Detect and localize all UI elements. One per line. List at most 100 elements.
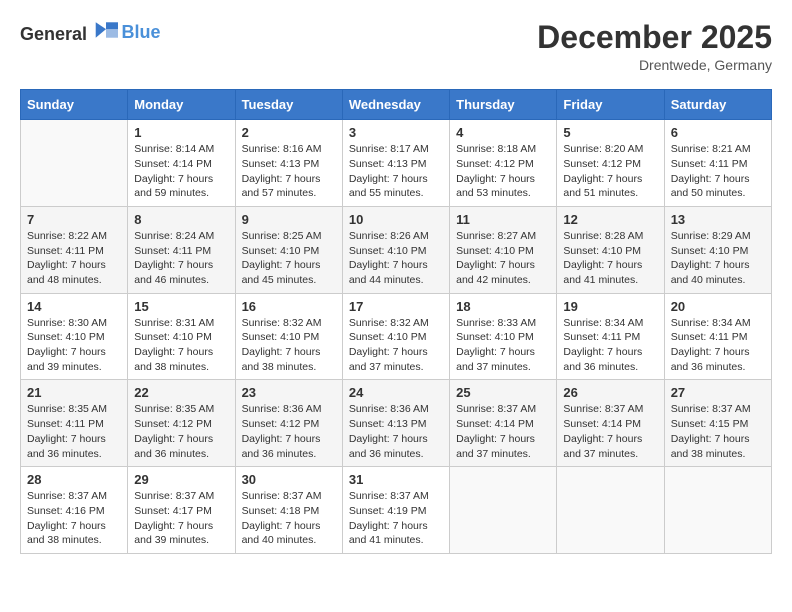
logo: General Blue [20, 20, 161, 45]
calendar-week-row: 28 Sunrise: 8:37 AMSunset: 4:16 PMDaylig… [21, 467, 772, 554]
calendar-cell: 11 Sunrise: 8:27 AMSunset: 4:10 PMDaylig… [450, 206, 557, 293]
day-number: 13 [671, 212, 765, 227]
day-info: Sunrise: 8:30 AMSunset: 4:10 PMDaylight:… [27, 316, 121, 375]
day-number: 23 [242, 385, 336, 400]
calendar-header-row: SundayMondayTuesdayWednesdayThursdayFrid… [21, 90, 772, 120]
day-info: Sunrise: 8:37 AMSunset: 4:14 PMDaylight:… [563, 402, 657, 461]
day-number: 1 [134, 125, 228, 140]
calendar-week-row: 14 Sunrise: 8:30 AMSunset: 4:10 PMDaylig… [21, 293, 772, 380]
calendar-cell: 3 Sunrise: 8:17 AMSunset: 4:13 PMDayligh… [342, 120, 449, 207]
calendar-cell: 29 Sunrise: 8:37 AMSunset: 4:17 PMDaylig… [128, 467, 235, 554]
location: Drentwede, Germany [537, 57, 772, 73]
day-info: Sunrise: 8:16 AMSunset: 4:13 PMDaylight:… [242, 142, 336, 201]
logo-flag-icon [94, 20, 118, 40]
calendar-cell: 14 Sunrise: 8:30 AMSunset: 4:10 PMDaylig… [21, 293, 128, 380]
day-number: 2 [242, 125, 336, 140]
day-info: Sunrise: 8:29 AMSunset: 4:10 PMDaylight:… [671, 229, 765, 288]
day-info: Sunrise: 8:27 AMSunset: 4:10 PMDaylight:… [456, 229, 550, 288]
day-info: Sunrise: 8:37 AMSunset: 4:15 PMDaylight:… [671, 402, 765, 461]
day-info: Sunrise: 8:31 AMSunset: 4:10 PMDaylight:… [134, 316, 228, 375]
logo-text: General [20, 20, 118, 45]
calendar-cell: 12 Sunrise: 8:28 AMSunset: 4:10 PMDaylig… [557, 206, 664, 293]
day-info: Sunrise: 8:34 AMSunset: 4:11 PMDaylight:… [563, 316, 657, 375]
day-info: Sunrise: 8:17 AMSunset: 4:13 PMDaylight:… [349, 142, 443, 201]
day-info: Sunrise: 8:35 AMSunset: 4:12 PMDaylight:… [134, 402, 228, 461]
day-number: 17 [349, 299, 443, 314]
calendar-cell: 9 Sunrise: 8:25 AMSunset: 4:10 PMDayligh… [235, 206, 342, 293]
day-number: 16 [242, 299, 336, 314]
calendar-cell: 7 Sunrise: 8:22 AMSunset: 4:11 PMDayligh… [21, 206, 128, 293]
calendar-cell: 28 Sunrise: 8:37 AMSunset: 4:16 PMDaylig… [21, 467, 128, 554]
day-info: Sunrise: 8:36 AMSunset: 4:12 PMDaylight:… [242, 402, 336, 461]
day-number: 31 [349, 472, 443, 487]
day-info: Sunrise: 8:14 AMSunset: 4:14 PMDaylight:… [134, 142, 228, 201]
day-info: Sunrise: 8:36 AMSunset: 4:13 PMDaylight:… [349, 402, 443, 461]
weekday-header-friday: Friday [557, 90, 664, 120]
calendar-cell: 24 Sunrise: 8:36 AMSunset: 4:13 PMDaylig… [342, 380, 449, 467]
calendar-cell: 27 Sunrise: 8:37 AMSunset: 4:15 PMDaylig… [664, 380, 771, 467]
day-info: Sunrise: 8:24 AMSunset: 4:11 PMDaylight:… [134, 229, 228, 288]
calendar-cell [450, 467, 557, 554]
day-number: 26 [563, 385, 657, 400]
calendar-cell: 2 Sunrise: 8:16 AMSunset: 4:13 PMDayligh… [235, 120, 342, 207]
calendar-cell: 8 Sunrise: 8:24 AMSunset: 4:11 PMDayligh… [128, 206, 235, 293]
calendar-cell [557, 467, 664, 554]
day-number: 15 [134, 299, 228, 314]
day-number: 28 [27, 472, 121, 487]
day-number: 30 [242, 472, 336, 487]
calendar-week-row: 1 Sunrise: 8:14 AMSunset: 4:14 PMDayligh… [21, 120, 772, 207]
calendar-cell: 6 Sunrise: 8:21 AMSunset: 4:11 PMDayligh… [664, 120, 771, 207]
day-number: 29 [134, 472, 228, 487]
calendar-cell: 30 Sunrise: 8:37 AMSunset: 4:18 PMDaylig… [235, 467, 342, 554]
calendar-cell: 5 Sunrise: 8:20 AMSunset: 4:12 PMDayligh… [557, 120, 664, 207]
calendar-cell: 18 Sunrise: 8:33 AMSunset: 4:10 PMDaylig… [450, 293, 557, 380]
calendar-cell: 16 Sunrise: 8:32 AMSunset: 4:10 PMDaylig… [235, 293, 342, 380]
day-info: Sunrise: 8:34 AMSunset: 4:11 PMDaylight:… [671, 316, 765, 375]
title-block: December 2025 Drentwede, Germany [537, 20, 772, 73]
day-info: Sunrise: 8:33 AMSunset: 4:10 PMDaylight:… [456, 316, 550, 375]
calendar-cell: 17 Sunrise: 8:32 AMSunset: 4:10 PMDaylig… [342, 293, 449, 380]
weekday-header-wednesday: Wednesday [342, 90, 449, 120]
calendar-cell: 25 Sunrise: 8:37 AMSunset: 4:14 PMDaylig… [450, 380, 557, 467]
page-header: General Blue December 2025 Drentwede, Ge… [20, 20, 772, 73]
day-info: Sunrise: 8:37 AMSunset: 4:16 PMDaylight:… [27, 489, 121, 548]
day-info: Sunrise: 8:21 AMSunset: 4:11 PMDaylight:… [671, 142, 765, 201]
calendar-cell: 31 Sunrise: 8:37 AMSunset: 4:19 PMDaylig… [342, 467, 449, 554]
calendar-cell [21, 120, 128, 207]
day-number: 5 [563, 125, 657, 140]
day-info: Sunrise: 8:37 AMSunset: 4:17 PMDaylight:… [134, 489, 228, 548]
day-number: 10 [349, 212, 443, 227]
calendar-cell: 19 Sunrise: 8:34 AMSunset: 4:11 PMDaylig… [557, 293, 664, 380]
day-info: Sunrise: 8:32 AMSunset: 4:10 PMDaylight:… [242, 316, 336, 375]
day-info: Sunrise: 8:32 AMSunset: 4:10 PMDaylight:… [349, 316, 443, 375]
month-title: December 2025 [537, 20, 772, 55]
calendar-cell: 4 Sunrise: 8:18 AMSunset: 4:12 PMDayligh… [450, 120, 557, 207]
calendar-cell: 13 Sunrise: 8:29 AMSunset: 4:10 PMDaylig… [664, 206, 771, 293]
logo-blue: Blue [122, 22, 161, 42]
day-number: 9 [242, 212, 336, 227]
day-info: Sunrise: 8:18 AMSunset: 4:12 PMDaylight:… [456, 142, 550, 201]
day-number: 21 [27, 385, 121, 400]
calendar-cell: 10 Sunrise: 8:26 AMSunset: 4:10 PMDaylig… [342, 206, 449, 293]
calendar-cell: 20 Sunrise: 8:34 AMSunset: 4:11 PMDaylig… [664, 293, 771, 380]
day-number: 6 [671, 125, 765, 140]
weekday-header-saturday: Saturday [664, 90, 771, 120]
day-number: 25 [456, 385, 550, 400]
weekday-header-monday: Monday [128, 90, 235, 120]
calendar-week-row: 7 Sunrise: 8:22 AMSunset: 4:11 PMDayligh… [21, 206, 772, 293]
calendar-cell: 1 Sunrise: 8:14 AMSunset: 4:14 PMDayligh… [128, 120, 235, 207]
calendar-cell: 23 Sunrise: 8:36 AMSunset: 4:12 PMDaylig… [235, 380, 342, 467]
day-number: 19 [563, 299, 657, 314]
weekday-header-sunday: Sunday [21, 90, 128, 120]
day-number: 11 [456, 212, 550, 227]
day-info: Sunrise: 8:26 AMSunset: 4:10 PMDaylight:… [349, 229, 443, 288]
day-info: Sunrise: 8:25 AMSunset: 4:10 PMDaylight:… [242, 229, 336, 288]
day-number: 24 [349, 385, 443, 400]
weekday-header-thursday: Thursday [450, 90, 557, 120]
calendar-week-row: 21 Sunrise: 8:35 AMSunset: 4:11 PMDaylig… [21, 380, 772, 467]
calendar-cell: 21 Sunrise: 8:35 AMSunset: 4:11 PMDaylig… [21, 380, 128, 467]
day-number: 20 [671, 299, 765, 314]
day-info: Sunrise: 8:37 AMSunset: 4:14 PMDaylight:… [456, 402, 550, 461]
day-info: Sunrise: 8:35 AMSunset: 4:11 PMDaylight:… [27, 402, 121, 461]
day-number: 22 [134, 385, 228, 400]
